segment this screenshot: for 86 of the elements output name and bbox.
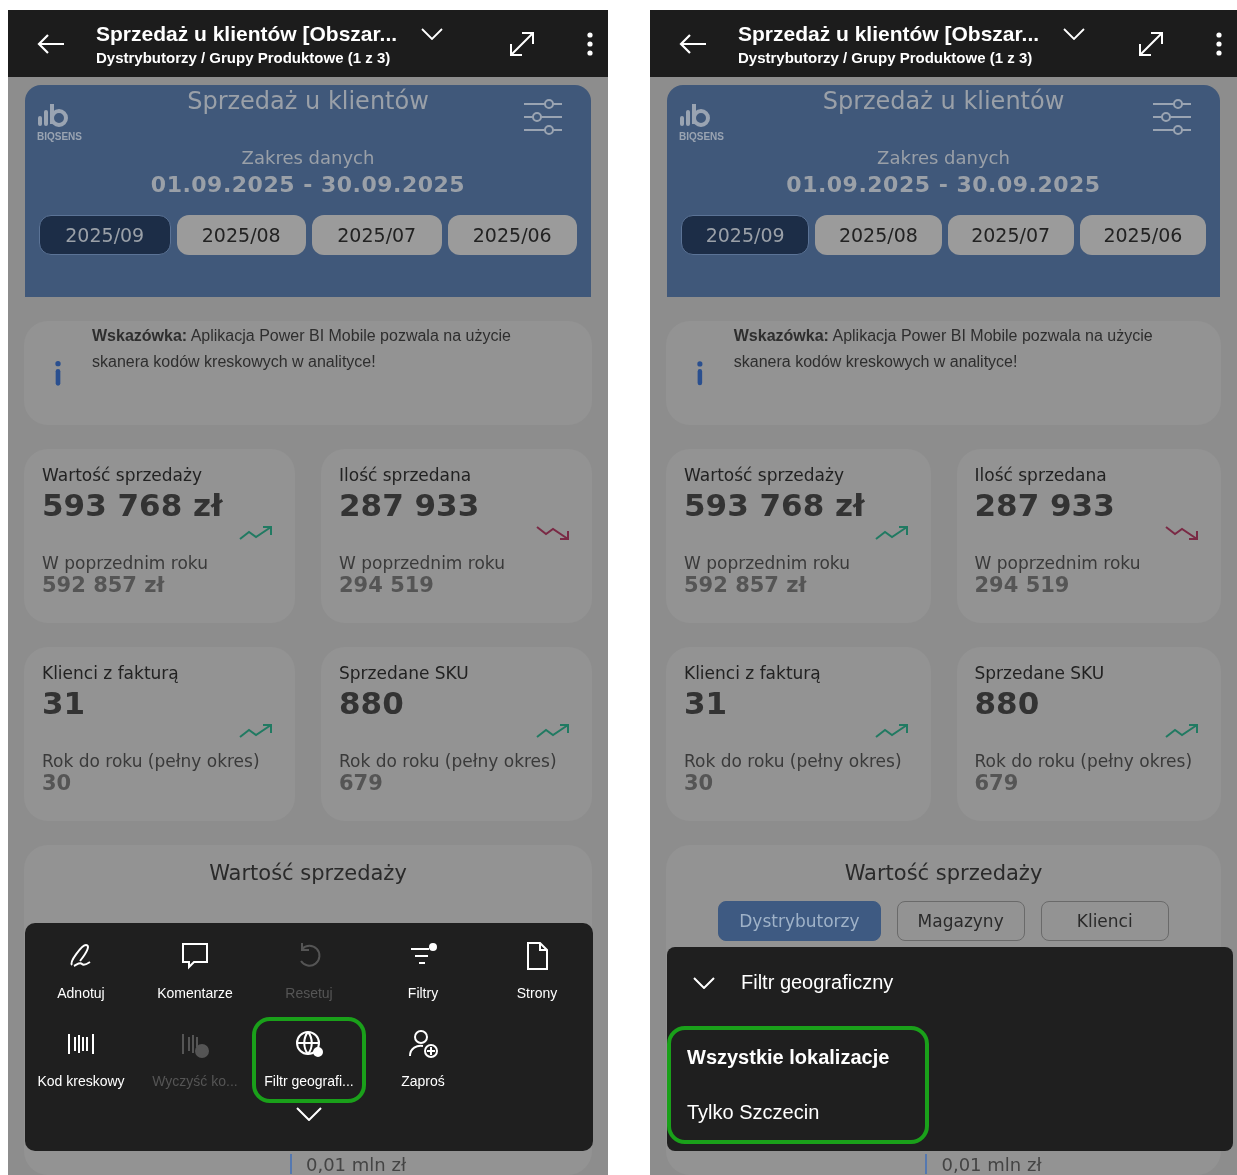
action-button[interactable]: Zaproś: [366, 1017, 480, 1103]
action-button[interactable]: Kod kreskowy: [24, 1017, 138, 1103]
action-button[interactable]: Strony: [480, 929, 594, 1015]
kpi-label: Klienci z fakturą: [684, 663, 822, 683]
sheet-title: Filtr geograficzny: [741, 971, 894, 994]
chevron-down-icon[interactable]: [1063, 27, 1086, 40]
comparison-label: Rok do roku (pełny okres): [42, 751, 261, 771]
period-button[interactable]: 2025/08: [176, 215, 306, 255]
period-button[interactable]: 2025/07: [947, 215, 1074, 255]
chart-tab[interactable]: Klienci: [1040, 901, 1169, 941]
kpi-value: 880: [339, 685, 404, 721]
logo-text: BIQSENS: [679, 131, 724, 142]
comparison-value: 679: [339, 771, 384, 795]
action-button[interactable]: Filtry: [366, 929, 480, 1015]
kpi-value: 31: [684, 685, 728, 721]
add-person-icon: [406, 1027, 440, 1061]
action-button[interactable]: Adnotuj: [24, 929, 138, 1015]
tip-text: Wskazówka: Aplikacja Power BI Mobile pozwala na użycie skanera kodów kreskowych w analityce!: [733, 326, 1154, 372]
comparison-label: W poprzednim roku: [974, 553, 1142, 573]
back-arrow-icon[interactable]: [36, 32, 66, 55]
date-range: 01.09.2025 - 30.09.2025: [150, 172, 466, 197]
comparison-label: Rok do roku (pełny okres): [684, 751, 903, 771]
chart-title: Wartość sprzedaży: [844, 861, 1043, 885]
chart-title: Wartość sprzedaży: [209, 861, 407, 885]
banner-title: Sprzedaż u klientów: [822, 87, 1065, 115]
kpi-value: 880: [974, 685, 1040, 721]
logo-icon: [37, 103, 71, 127]
comparison-value: 294 519: [974, 573, 1071, 597]
chevron-down-icon[interactable]: [693, 976, 715, 989]
chevron-down-icon[interactable]: [421, 27, 444, 40]
range-label: Zakres danych: [241, 147, 375, 168]
period-button[interactable]: 2025/07: [312, 215, 442, 255]
kpi-value: 593 768 zł: [684, 487, 865, 523]
kpi-label: Ilość sprzedana: [339, 465, 473, 485]
more-menu-icon[interactable]: [586, 31, 594, 56]
date-range: 01.09.2025 - 30.09.2025: [786, 172, 1101, 197]
comparison-label: Rok do roku (pełny okres): [339, 751, 558, 771]
filter-option[interactable]: Tylko Szczecin: [687, 1101, 909, 1124]
comparison-label: W poprzednim roku: [684, 553, 851, 573]
filter-option[interactable]: Wszystkie lokalizacje: [687, 1046, 909, 1069]
banner-title: Sprzedaż u klientów: [187, 87, 429, 115]
report-subtitle: Dystrybutorzy / Grupy Produktowe (1 z 3): [96, 48, 392, 66]
settings-sliders-icon[interactable]: [523, 99, 563, 135]
report-subtitle: Dystrybutorzy / Grupy Produktowe (1 z 3): [738, 48, 1034, 66]
back-arrow-icon[interactable]: [678, 32, 708, 55]
kpi-label: Sprzedane SKU: [974, 663, 1106, 683]
kpi-value: 593 768 zł: [42, 487, 223, 523]
kpi-label: Klienci z fakturą: [42, 663, 180, 683]
report-title: Sprzedaż u klientów [Obszar...: [738, 21, 1040, 46]
kpi-label: Wartość sprzedaży: [42, 465, 203, 485]
comparison-value: 30: [42, 771, 73, 795]
more-menu-icon[interactable]: [1215, 31, 1223, 56]
tip-text: Wskazówka: Aplikacja Power BI Mobile pozwala na użycie skanera kodów kreskowych w analityce!: [92, 326, 512, 372]
report-title: Sprzedaż u klientów [Obszar...: [96, 21, 398, 46]
logo-icon: [679, 103, 713, 127]
kpi-value: 287 933: [974, 487, 1115, 523]
logo-text: BIQSENS: [37, 131, 82, 142]
expand-icon[interactable]: [508, 29, 536, 58]
period-button[interactable]: 2025/06: [1079, 215, 1206, 255]
period-button[interactable]: 2025/06: [447, 215, 577, 255]
action-button[interactable]: Filtr geografi...: [252, 1017, 366, 1103]
period-button[interactable]: 2025/09: [681, 215, 810, 255]
comparison-label: W poprzednim roku: [42, 553, 209, 573]
collapse-chevron-icon[interactable]: [296, 1107, 322, 1121]
kpi-value: 31: [42, 685, 86, 721]
period-button[interactable]: 2025/09: [39, 215, 171, 255]
kpi-value: 287 933: [339, 487, 480, 523]
comparison-value: 679: [974, 771, 1020, 795]
comparison-value: 294 519: [339, 573, 435, 597]
axis-value: 0,01 mln zł: [941, 1153, 1042, 1175]
kpi-label: Ilość sprzedana: [974, 465, 1108, 485]
axis-value: 0,01 mln zł: [306, 1153, 406, 1175]
settings-sliders-icon[interactable]: [1152, 99, 1192, 135]
range-label: Zakres danych: [877, 147, 1010, 168]
expand-icon[interactable]: [1137, 29, 1165, 58]
comparison-label: W poprzednim roku: [339, 553, 506, 573]
kpi-label: Sprzedane SKU: [339, 663, 470, 683]
period-button[interactable]: 2025/08: [815, 215, 942, 255]
comparison-value: 30: [684, 771, 715, 795]
kpi-label: Wartość sprzedaży: [684, 465, 845, 485]
comparison-label: Rok do roku (pełny okres): [974, 751, 1194, 771]
comparison-value: 592 857 zł: [42, 573, 166, 597]
comparison-value: 592 857 zł: [684, 573, 808, 597]
chart-tab[interactable]: Dystrybutorzy: [718, 901, 881, 941]
action-button[interactable]: Komentarze: [138, 929, 252, 1015]
chart-tab[interactable]: Magazyny: [896, 901, 1025, 941]
